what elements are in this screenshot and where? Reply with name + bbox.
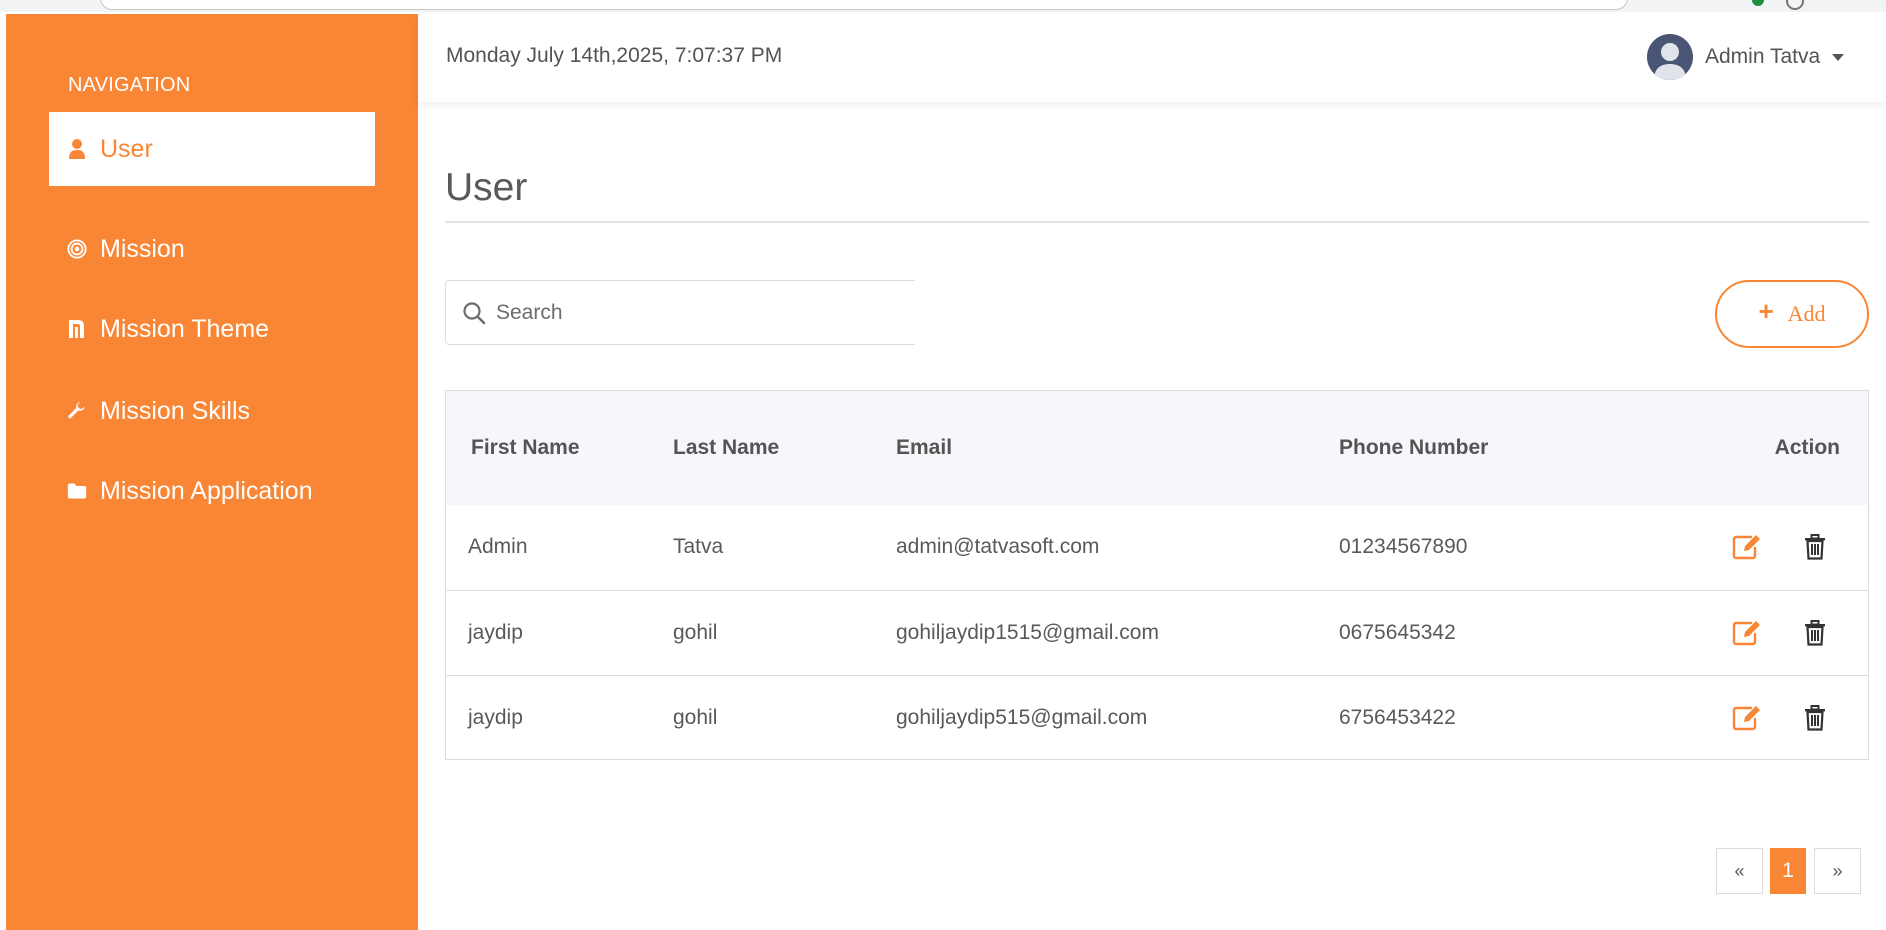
target-icon xyxy=(67,237,87,261)
user-menu-dropdown[interactable]: Admin Tatva xyxy=(1647,34,1845,80)
cell-email: gohiljaydip1515@gmail.com xyxy=(896,620,1159,644)
add-button-label: Add xyxy=(1787,301,1826,326)
cell-phone: 6756453422 xyxy=(1339,705,1456,729)
table-row: jaydip gohil gohiljaydip515@gmail.com 67… xyxy=(446,675,1868,760)
browser-profile-icon[interactable] xyxy=(1786,0,1804,10)
browser-chrome xyxy=(0,0,1886,12)
cell-first-name: Admin xyxy=(468,535,528,559)
sidebar-item-mission-theme[interactable]: Mission Theme xyxy=(49,292,375,366)
folder-icon xyxy=(67,479,87,503)
edit-icon[interactable] xyxy=(1732,705,1762,731)
column-header-first-name[interactable]: First Name xyxy=(446,391,673,505)
column-header-phone[interactable]: Phone Number xyxy=(1339,391,1669,505)
cell-first-name: jaydip xyxy=(468,705,523,729)
sidebar-item-mission-skills[interactable]: Mission Skills xyxy=(49,374,375,448)
sidebar-item-label: Mission xyxy=(100,234,185,263)
edit-icon[interactable] xyxy=(1732,534,1762,560)
top-bar: Monday July 14th,2025, 7:07:37 PM Admin … xyxy=(418,14,1886,102)
sidebar-item-label: Mission Skills xyxy=(100,396,251,425)
delete-icon[interactable] xyxy=(1804,704,1826,731)
cell-last-name: gohil xyxy=(673,705,718,729)
cell-actions xyxy=(1669,505,1868,590)
pagination-page-1[interactable]: 1 xyxy=(1770,848,1806,894)
add-user-button[interactable]: + Add xyxy=(1715,280,1869,348)
cell-email: gohiljaydip515@gmail.com xyxy=(896,705,1148,729)
browser-address-bar[interactable] xyxy=(100,0,1628,10)
table-row: Admin Tatva admin@tatvasoft.com 01234567… xyxy=(446,505,1868,590)
avatar-icon xyxy=(1647,34,1693,80)
table-row: jaydip gohil gohiljaydip1515@gmail.com 0… xyxy=(446,590,1868,675)
title-divider xyxy=(445,221,1869,223)
search-icon xyxy=(462,301,486,325)
delete-icon[interactable] xyxy=(1804,534,1826,560)
sidebar-item-mission[interactable]: Mission xyxy=(49,212,375,286)
pagination-prev-button[interactable]: « xyxy=(1716,848,1763,894)
sidebar: NAVIGATION User Mission Mission Theme Mi… xyxy=(6,14,418,930)
search-input[interactable] xyxy=(494,299,898,326)
nav-heading: NAVIGATION xyxy=(68,74,191,96)
page-title: User xyxy=(445,166,528,209)
theme-icon xyxy=(67,317,87,341)
column-header-email[interactable]: Email xyxy=(896,391,1339,505)
delete-icon[interactable] xyxy=(1804,619,1826,646)
edit-icon[interactable] xyxy=(1732,620,1762,646)
plus-icon: + xyxy=(1758,295,1774,326)
cell-email: admin@tatvasoft.com xyxy=(896,535,1100,559)
chevron-down-icon xyxy=(1832,53,1845,61)
cell-last-name: Tatva xyxy=(673,535,724,559)
wrench-icon xyxy=(67,399,87,423)
cell-phone: 0675645342 xyxy=(1339,620,1456,644)
search-box xyxy=(445,280,915,345)
cell-phone: 01234567890 xyxy=(1339,535,1468,559)
table-header-row: First Name Last Name Email Phone Number … xyxy=(446,391,1868,505)
cell-actions xyxy=(1669,590,1868,675)
pagination-next-button[interactable]: » xyxy=(1814,848,1861,894)
cell-actions xyxy=(1669,675,1868,760)
column-header-action: Action xyxy=(1774,436,1840,459)
users-table: First Name Last Name Email Phone Number … xyxy=(445,390,1869,760)
cell-last-name: gohil xyxy=(673,620,718,644)
sidebar-item-label: Mission Theme xyxy=(100,314,270,343)
sidebar-item-label: User xyxy=(100,134,153,163)
sidebar-item-mission-application[interactable]: Mission Application xyxy=(49,454,375,528)
user-icon xyxy=(67,137,87,161)
browser-status-icon xyxy=(1752,0,1764,6)
cell-first-name: jaydip xyxy=(468,620,523,644)
column-header-last-name[interactable]: Last Name xyxy=(673,391,896,505)
sidebar-item-user[interactable]: User xyxy=(49,112,375,186)
sidebar-item-label: Mission Application xyxy=(100,476,313,505)
user-name: Admin Tatva xyxy=(1705,45,1821,68)
current-datetime: Monday July 14th,2025, 7:07:37 PM xyxy=(446,44,783,67)
